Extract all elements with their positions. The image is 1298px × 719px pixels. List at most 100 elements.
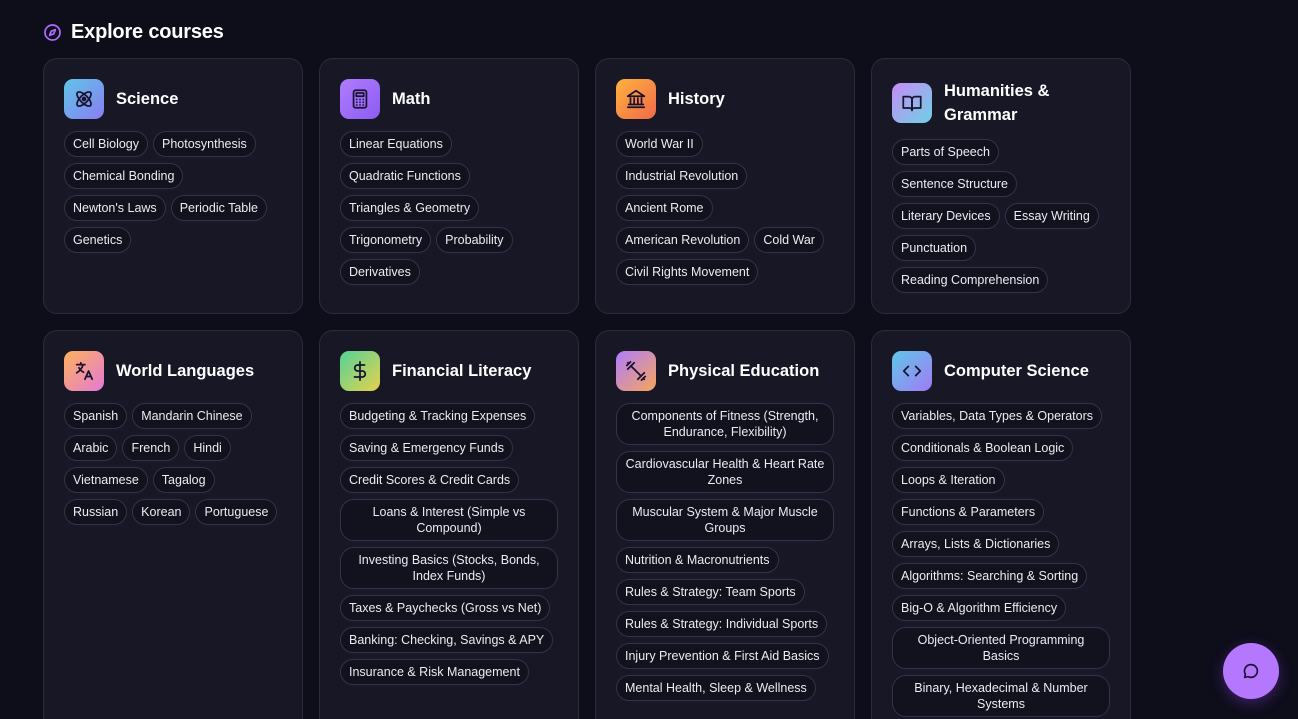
topic-chip-algorithms-searching-and-sorting[interactable]: Algorithms: Searching & Sorting	[892, 563, 1088, 589]
course-card-header: Science	[64, 79, 282, 119]
topic-chip-muscular-system-and-major-muscle-groups[interactable]: Muscular System & Major Muscle Groups	[616, 499, 834, 541]
topic-chip-object-oriented-programming-basics[interactable]: Object-Oriented Programming Basics	[892, 627, 1110, 669]
topic-chip-investing-basics-stocks-bonds-index-funds[interactable]: Investing Basics (Stocks, Bonds, Index F…	[340, 547, 558, 589]
topic-chip-russian[interactable]: Russian	[64, 499, 128, 525]
topic-chip-american-revolution[interactable]: American Revolution	[616, 227, 750, 253]
section-header: Explore courses	[43, 20, 224, 44]
course-title: Science	[116, 90, 179, 108]
course-title: Math	[392, 90, 431, 108]
topic-chip-rules-and-strategy-team-sports[interactable]: Rules & Strategy: Team Sports	[616, 579, 805, 605]
course-card-header: Math	[340, 79, 558, 119]
topic-chip-genetics[interactable]: Genetics	[64, 227, 132, 253]
topic-chip-functions-and-parameters[interactable]: Functions & Parameters	[892, 499, 1045, 525]
topic-chip-triangles-and-geometry[interactable]: Triangles & Geometry	[340, 195, 480, 221]
topic-chip-derivatives[interactable]: Derivatives	[340, 259, 420, 285]
topic-chip-big-o-and-algorithm-efficiency[interactable]: Big-O & Algorithm Efficiency	[892, 595, 1067, 621]
topic-chip-newton-s-laws[interactable]: Newton's Laws	[64, 195, 166, 221]
calculator-icon	[340, 79, 380, 119]
topic-list: Budgeting & Tracking Expenses Saving & Em…	[340, 403, 558, 685]
topic-chip-mental-health-sleep-and-wellness[interactable]: Mental Health, Sleep & Wellness	[616, 675, 816, 701]
topic-chip-quadratic-functions[interactable]: Quadratic Functions	[340, 163, 470, 189]
chat-bubble-icon	[1242, 662, 1260, 680]
topic-chip-sentence-structure[interactable]: Sentence Structure	[892, 171, 1018, 197]
topic-chip-civil-rights-movement[interactable]: Civil Rights Movement	[616, 259, 759, 285]
topic-chip-industrial-revolution[interactable]: Industrial Revolution	[616, 163, 748, 189]
topic-chip-hindi[interactable]: Hindi	[184, 435, 231, 461]
topic-chip-components-of-fitness-strength-endurance-flexibility[interactable]: Components of Fitness (Strength, Enduran…	[616, 403, 834, 445]
topic-list: Cell Biology Photosynthesis Chemical Bondi…	[64, 131, 282, 253]
course-card-math: Math Linear Equations Quadratic Functions T…	[319, 58, 579, 314]
topic-list: World War II Industrial Revolution Ancient…	[616, 131, 834, 285]
topic-chip-periodic-table[interactable]: Periodic Table	[170, 195, 267, 221]
topic-chip-nutrition-and-macronutrients[interactable]: Nutrition & Macronutrients	[616, 547, 779, 573]
course-card-languages: World Languages Spanish Mandarin Chinese Ar…	[43, 330, 303, 719]
topic-chip-ancient-rome[interactable]: Ancient Rome	[616, 195, 713, 221]
topic-chip-world-war-ii[interactable]: World War II	[616, 131, 703, 157]
dollar-icon	[340, 351, 380, 391]
topic-chip-saving-and-emergency-funds[interactable]: Saving & Emergency Funds	[340, 435, 513, 461]
topic-chip-banking-checking-savings-and-apy[interactable]: Banking: Checking, Savings & APY	[340, 627, 554, 653]
topic-chip-photosynthesis[interactable]: Photosynthesis	[153, 131, 256, 157]
explore-page: Explore courses Science Cell Biology Photo…	[0, 0, 1298, 719]
topic-chip-tagalog[interactable]: Tagalog	[152, 467, 215, 493]
topic-chip-portuguese[interactable]: Portuguese	[195, 499, 278, 525]
course-card-header: Financial Literacy	[340, 351, 558, 391]
course-card-header: Humanities & Grammar	[892, 79, 1110, 127]
course-title: Humanities & Grammar	[944, 82, 1050, 124]
page-title: Explore courses	[71, 20, 224, 43]
topic-chip-french[interactable]: French	[122, 435, 180, 461]
course-title: History	[668, 90, 725, 108]
topic-list: Linear Equations Quadratic Functions Trian…	[340, 131, 558, 285]
topic-chip-chemical-bonding[interactable]: Chemical Bonding	[64, 163, 184, 189]
topic-chip-arabic[interactable]: Arabic	[64, 435, 118, 461]
topic-chip-arrays-lists-and-dictionaries[interactable]: Arrays, Lists & Dictionaries	[892, 531, 1060, 557]
course-grid: Science Cell Biology Photosynthesis Chemica…	[43, 58, 1131, 719]
course-title: Physical Education	[668, 362, 820, 380]
book-open-icon	[892, 83, 932, 123]
course-card-header: World Languages	[64, 351, 282, 391]
topic-chip-insurance-and-risk-management[interactable]: Insurance & Risk Management	[340, 659, 529, 685]
topic-chip-credit-scores-and-credit-cards[interactable]: Credit Scores & Credit Cards	[340, 467, 520, 493]
topic-chip-loans-and-interest-simple-vs-compound[interactable]: Loans & Interest (Simple vs Compound)	[340, 499, 558, 541]
dumbbell-icon	[616, 351, 656, 391]
course-card-header: History	[616, 79, 834, 119]
topic-chip-budgeting-and-tracking-expenses[interactable]: Budgeting & Tracking Expenses	[340, 403, 536, 429]
topic-chip-loops-and-iteration[interactable]: Loops & Iteration	[892, 467, 1005, 493]
topic-chip-essay-writing[interactable]: Essay Writing	[1004, 203, 1099, 229]
course-title: Financial Literacy	[392, 362, 532, 380]
topic-chip-parts-of-speech[interactable]: Parts of Speech	[892, 139, 999, 165]
topic-chip-korean[interactable]: Korean	[132, 499, 191, 525]
topic-chip-vietnamese[interactable]: Vietnamese	[64, 467, 148, 493]
topic-chip-cell-biology[interactable]: Cell Biology	[64, 131, 149, 157]
topic-chip-cardiovascular-health-and-heart-rate-zones[interactable]: Cardiovascular Health & Heart Rate Zones	[616, 451, 834, 493]
topic-chip-literary-devices[interactable]: Literary Devices	[892, 203, 1000, 229]
topic-chip-injury-prevention-and-first-aid-basics[interactable]: Injury Prevention & First Aid Basics	[616, 643, 829, 669]
topic-chip-taxes-and-paychecks-gross-vs-net[interactable]: Taxes & Paychecks (Gross vs Net)	[340, 595, 551, 621]
topic-list: Variables, Data Types & Operators Conditi…	[892, 403, 1110, 717]
topic-chip-variables-data-types-and-operators[interactable]: Variables, Data Types & Operators	[892, 403, 1102, 429]
course-title: World Languages	[116, 362, 255, 380]
atom-icon	[64, 79, 104, 119]
topic-chip-conditionals-and-boolean-logic[interactable]: Conditionals & Boolean Logic	[892, 435, 1074, 461]
topic-chip-reading-comprehension[interactable]: Reading Comprehension	[892, 267, 1049, 293]
topic-chip-mandarin-chinese[interactable]: Mandarin Chinese	[132, 403, 252, 429]
topic-chip-punctuation[interactable]: Punctuation	[892, 235, 977, 261]
chat-button[interactable]	[1223, 643, 1279, 699]
course-card-header: Computer Science	[892, 351, 1110, 391]
course-card-history: History World War II Industrial Revolution…	[595, 58, 855, 314]
course-title: Computer Science	[944, 362, 1089, 380]
compass-icon	[43, 23, 62, 42]
translate-icon	[64, 351, 104, 391]
topic-chip-cold-war[interactable]: Cold War	[754, 227, 824, 253]
topic-chip-rules-and-strategy-individual-sports[interactable]: Rules & Strategy: Individual Sports	[616, 611, 828, 637]
course-card-cs: Computer Science Variables, Data Types & …	[871, 330, 1131, 719]
topic-chip-binary-hexadecimal-and-number-systems[interactable]: Binary, Hexadecimal & Number Systems	[892, 675, 1110, 717]
topic-chip-spanish[interactable]: Spanish	[64, 403, 128, 429]
topic-chip-linear-equations[interactable]: Linear Equations	[340, 131, 452, 157]
topic-chip-probability[interactable]: Probability	[436, 227, 513, 253]
topic-chip-trigonometry[interactable]: Trigonometry	[340, 227, 432, 253]
course-card-science: Science Cell Biology Photosynthesis Chemica…	[43, 58, 303, 314]
landmark-icon	[616, 79, 656, 119]
course-card-humanities: Humanities & Grammar Parts of Speech Sente…	[871, 58, 1131, 314]
course-card-header: Physical Education	[616, 351, 834, 391]
